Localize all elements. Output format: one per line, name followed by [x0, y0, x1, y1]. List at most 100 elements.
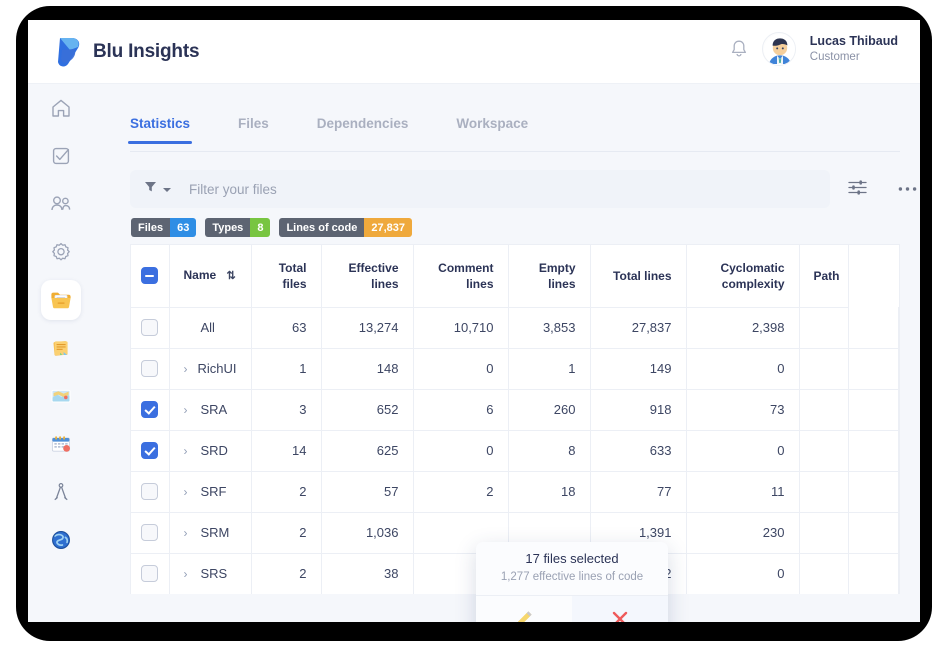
- app-header: Blu Insights Lucas Thibaud Customer: [28, 20, 920, 84]
- column-header-path[interactable]: Path: [799, 245, 850, 308]
- cell-total-lines: 633: [590, 430, 687, 472]
- column-header-cyclomatic-complexity[interactable]: Cyclomatic complexity: [686, 245, 800, 308]
- row-checkbox[interactable]: [141, 442, 159, 460]
- cell-path: [799, 389, 850, 431]
- cell-effective-lines: 148: [321, 348, 414, 390]
- cell-cyclomatic-complexity: 11: [686, 471, 800, 513]
- select-all-checkbox[interactable]: [141, 267, 159, 285]
- tab-workspace[interactable]: Workspace: [456, 116, 528, 143]
- cell-spacer: [848, 553, 899, 594]
- badge-files-key: Files: [131, 218, 171, 237]
- row-name-label: SRA: [200, 402, 228, 417]
- cell-empty-lines: 3,853: [508, 307, 591, 349]
- row-checkbox[interactable]: [141, 565, 159, 583]
- cell-total-lines: 149: [590, 348, 687, 390]
- tab-bar: Statistics Files Dependencies Workspace: [127, 116, 900, 152]
- cell-cyclomatic-complexity: 0: [686, 348, 800, 390]
- column-header-effective-lines[interactable]: Effective lines: [321, 245, 414, 308]
- app-page: Blu Insights Lucas Thibaud Customer Stat…: [28, 20, 920, 622]
- selection-action-popup: 17 files selected 1,277 effective lines …: [476, 542, 668, 622]
- cell-name: › RichUI: [169, 348, 252, 390]
- cell-path: [799, 430, 850, 472]
- sort-az-icon[interactable]: ⇅: [227, 270, 236, 282]
- cell-cyclomatic-complexity: 0: [686, 553, 800, 594]
- chevron-down-icon[interactable]: [163, 180, 171, 198]
- sidebar-item-compass[interactable]: [28, 468, 94, 516]
- sliders-settings-icon[interactable]: [848, 179, 867, 201]
- sidebar-item-settings[interactable]: [28, 228, 94, 276]
- filter-input-bar[interactable]: Filter your files: [130, 170, 830, 208]
- popup-header: 17 files selected 1,277 effective lines …: [476, 542, 668, 596]
- column-header-name[interactable]: Name ⇅: [169, 245, 252, 308]
- row-select-cell: [131, 307, 170, 349]
- table-row[interactable]: › SRD 14 625 0 8 633 0: [131, 430, 899, 472]
- cell-effective-lines: 625: [321, 430, 414, 472]
- more-dots-icon[interactable]: [898, 179, 917, 197]
- left-sidebar: [28, 84, 94, 622]
- badge-files[interactable]: Files 63: [131, 218, 197, 237]
- user-avatar[interactable]: [761, 32, 796, 66]
- sidebar-item-users[interactable]: [28, 180, 94, 228]
- cell-total-lines: 918: [590, 389, 687, 431]
- cell-cyclomatic-complexity: 73: [686, 389, 800, 431]
- main-content: Statistics Files Dependencies Workspace …: [94, 84, 920, 622]
- brand-logo[interactable]: Blu Insights: [54, 36, 200, 68]
- cell-total-lines: 27,837: [590, 307, 687, 349]
- sidebar-item-files[interactable]: [28, 276, 94, 324]
- cell-total-files: 1: [251, 348, 322, 390]
- row-name-label: RichUI: [197, 361, 237, 376]
- sidebar-item-map[interactable]: [28, 372, 94, 420]
- blu-logo-icon: [54, 36, 82, 68]
- cell-comment-lines: 0: [413, 348, 509, 390]
- row-checkbox[interactable]: [141, 524, 159, 542]
- chevron-right-icon[interactable]: ›: [184, 444, 192, 458]
- row-checkbox[interactable]: [141, 401, 159, 419]
- badge-loc-key: Lines of code: [279, 218, 365, 237]
- chevron-right-icon[interactable]: ›: [184, 362, 189, 376]
- sidebar-item-documents[interactable]: [28, 324, 94, 372]
- notification-bell-icon[interactable]: [730, 39, 748, 59]
- cell-cyclomatic-complexity: 2,398: [686, 307, 800, 349]
- cell-total-files: 2: [251, 471, 322, 513]
- badge-loc-value: 27,837: [364, 218, 412, 237]
- chevron-right-icon[interactable]: ›: [184, 403, 192, 417]
- row-checkbox[interactable]: [141, 319, 159, 337]
- column-header-total-lines[interactable]: Total lines: [590, 245, 687, 308]
- sidebar-item-home[interactable]: [28, 84, 94, 132]
- edit-properties-button[interactable]: Edit properties: [476, 596, 572, 622]
- filter-funnel-icon[interactable]: [144, 180, 157, 198]
- sidebar-item-calendar[interactable]: [28, 420, 94, 468]
- table-row[interactable]: › SRF 2 57 2 18 77 11: [131, 471, 899, 513]
- column-header-empty-lines[interactable]: Empty lines: [508, 245, 591, 308]
- cell-effective-lines: 652: [321, 389, 414, 431]
- chevron-right-icon[interactable]: ›: [184, 526, 192, 540]
- column-header-comment-lines[interactable]: Comment lines: [413, 245, 509, 308]
- cell-total-files: 14: [251, 430, 322, 472]
- chevron-right-icon[interactable]: ›: [184, 567, 192, 581]
- row-name-label: SRD: [200, 443, 228, 458]
- table-row[interactable]: ›All6313,27410,7103,85327,8372,398: [131, 307, 899, 349]
- cell-spacer: [848, 512, 899, 554]
- cell-spacer: [848, 348, 899, 390]
- badge-lines-of-code[interactable]: Lines of code 27,837: [279, 218, 412, 237]
- tab-dependencies[interactable]: Dependencies: [317, 116, 409, 143]
- sidebar-item-globe[interactable]: [28, 516, 94, 564]
- delete-button[interactable]: Delete: [572, 596, 668, 622]
- row-select-cell: [131, 348, 170, 390]
- cell-total-files: 63: [251, 307, 322, 349]
- chevron-right-icon[interactable]: ›: [184, 485, 192, 499]
- tab-statistics[interactable]: Statistics: [127, 116, 193, 144]
- sidebar-item-tasks[interactable]: [28, 132, 94, 180]
- table-row[interactable]: › SRA 3 652 6 260 918 73: [131, 389, 899, 431]
- tab-files[interactable]: Files: [238, 116, 269, 143]
- brand-title: Blu Insights: [93, 41, 200, 62]
- cell-comment-lines: 0: [413, 430, 509, 472]
- user-info: Lucas Thibaud Customer: [810, 34, 898, 65]
- column-header-total-files[interactable]: Total files: [251, 245, 322, 308]
- popup-title: 17 files selected: [525, 551, 619, 566]
- badge-types[interactable]: Types 8: [205, 218, 271, 237]
- cell-total-files: 3: [251, 389, 322, 431]
- row-checkbox[interactable]: [141, 360, 159, 378]
- row-checkbox[interactable]: [141, 483, 159, 501]
- table-row[interactable]: › RichUI 1 148 0 1 149 0: [131, 348, 899, 390]
